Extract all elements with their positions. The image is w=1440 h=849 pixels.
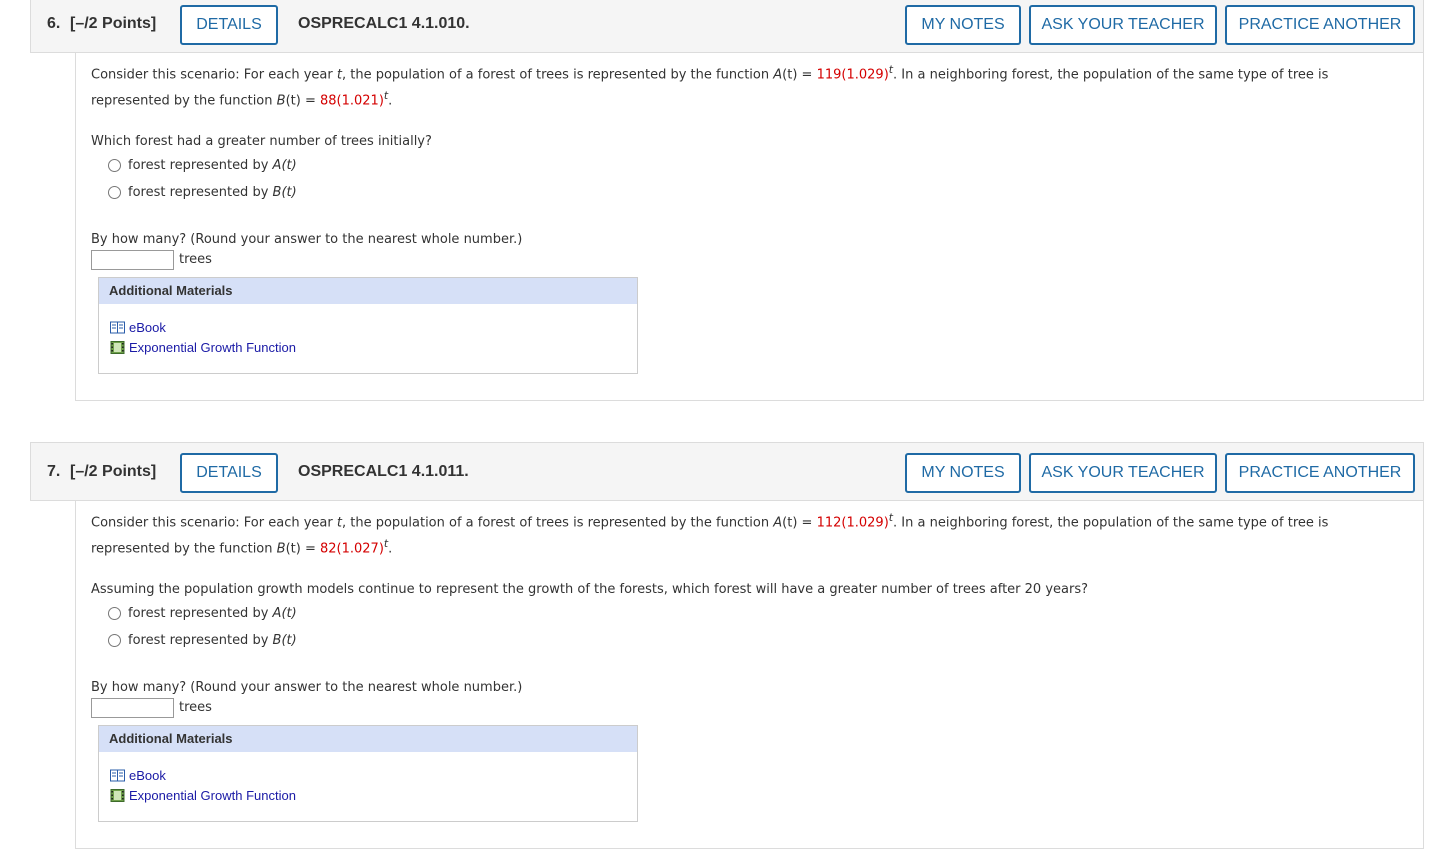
film-icon bbox=[110, 341, 125, 355]
book-icon bbox=[110, 321, 125, 334]
answer-input[interactable] bbox=[91, 249, 174, 270]
unit-label: trees bbox=[179, 252, 212, 268]
ask-teacher-button[interactable]: ASK YOUR TEACHER bbox=[1029, 453, 1217, 493]
question-6: 6. [–/2 Points] DETAILS OSPRECALC1 4.1.0… bbox=[30, 0, 1424, 401]
video-link[interactable]: Exponential Growth Function bbox=[110, 338, 627, 358]
option-b[interactable]: forest represented by B(t) bbox=[108, 627, 1408, 654]
question-body: Consider this scenario: For each year t,… bbox=[75, 53, 1424, 401]
question-code: OSPRECALC1 4.1.010. bbox=[298, 15, 470, 32]
additional-materials-title: Additional Materials bbox=[99, 277, 637, 304]
option-a[interactable]: forest represented by A(t) bbox=[108, 600, 1408, 627]
ask-teacher-button[interactable]: ASK YOUR TEACHER bbox=[1029, 5, 1217, 45]
practice-another-button[interactable]: PRACTICE ANOTHER bbox=[1225, 5, 1415, 45]
question-7: 7. [–/2 Points] DETAILS OSPRECALC1 4.1.0… bbox=[30, 442, 1424, 849]
details-button[interactable]: DETAILS bbox=[180, 453, 278, 493]
question-prompt: Which forest had a greater number of tre… bbox=[91, 133, 432, 149]
scenario-text: Consider this scenario: For each year t,… bbox=[91, 63, 1329, 109]
how-many-prompt: By how many? (Round your answer to the n… bbox=[91, 679, 523, 695]
practice-another-button[interactable]: PRACTICE ANOTHER bbox=[1225, 453, 1415, 493]
option-b[interactable]: forest represented by B(t) bbox=[108, 179, 1408, 206]
my-notes-button[interactable]: MY NOTES bbox=[905, 5, 1021, 45]
unit-label: trees bbox=[179, 700, 212, 716]
my-notes-button[interactable]: MY NOTES bbox=[905, 453, 1021, 493]
additional-materials-title: Additional Materials bbox=[99, 725, 637, 752]
video-link[interactable]: Exponential Growth Function bbox=[110, 786, 627, 806]
option-a[interactable]: forest represented by A(t) bbox=[108, 152, 1408, 179]
film-icon bbox=[110, 789, 125, 803]
radio-button[interactable] bbox=[108, 158, 121, 172]
question-prompt: Assuming the population growth models co… bbox=[91, 581, 1089, 597]
book-icon bbox=[110, 769, 125, 782]
question-number: 6. bbox=[47, 15, 61, 32]
scenario-text: Consider this scenario: For each year t,… bbox=[91, 511, 1329, 557]
additional-materials: Additional Materials eBook Exponential G… bbox=[98, 724, 638, 822]
details-button[interactable]: DETAILS bbox=[180, 5, 278, 45]
radio-button[interactable] bbox=[108, 606, 121, 620]
question-body: Consider this scenario: For each year t,… bbox=[75, 501, 1424, 849]
question-number: 7. bbox=[47, 463, 61, 480]
question-header: 6. [–/2 Points] DETAILS OSPRECALC1 4.1.0… bbox=[30, 0, 1424, 53]
ebook-link[interactable]: eBook bbox=[110, 318, 627, 338]
radio-button[interactable] bbox=[108, 185, 121, 199]
question-code: OSPRECALC1 4.1.011. bbox=[298, 463, 469, 480]
additional-materials: Additional Materials eBook Exponential G… bbox=[98, 276, 638, 374]
question-points: [–/2 Points] bbox=[70, 463, 157, 480]
question-header: 7. [–/2 Points] DETAILS OSPRECALC1 4.1.0… bbox=[30, 442, 1424, 501]
question-points: [–/2 Points] bbox=[70, 15, 157, 32]
how-many-prompt: By how many? (Round your answer to the n… bbox=[91, 231, 523, 247]
ebook-link[interactable]: eBook bbox=[110, 766, 627, 786]
radio-button[interactable] bbox=[108, 633, 121, 647]
answer-input[interactable] bbox=[91, 697, 174, 718]
